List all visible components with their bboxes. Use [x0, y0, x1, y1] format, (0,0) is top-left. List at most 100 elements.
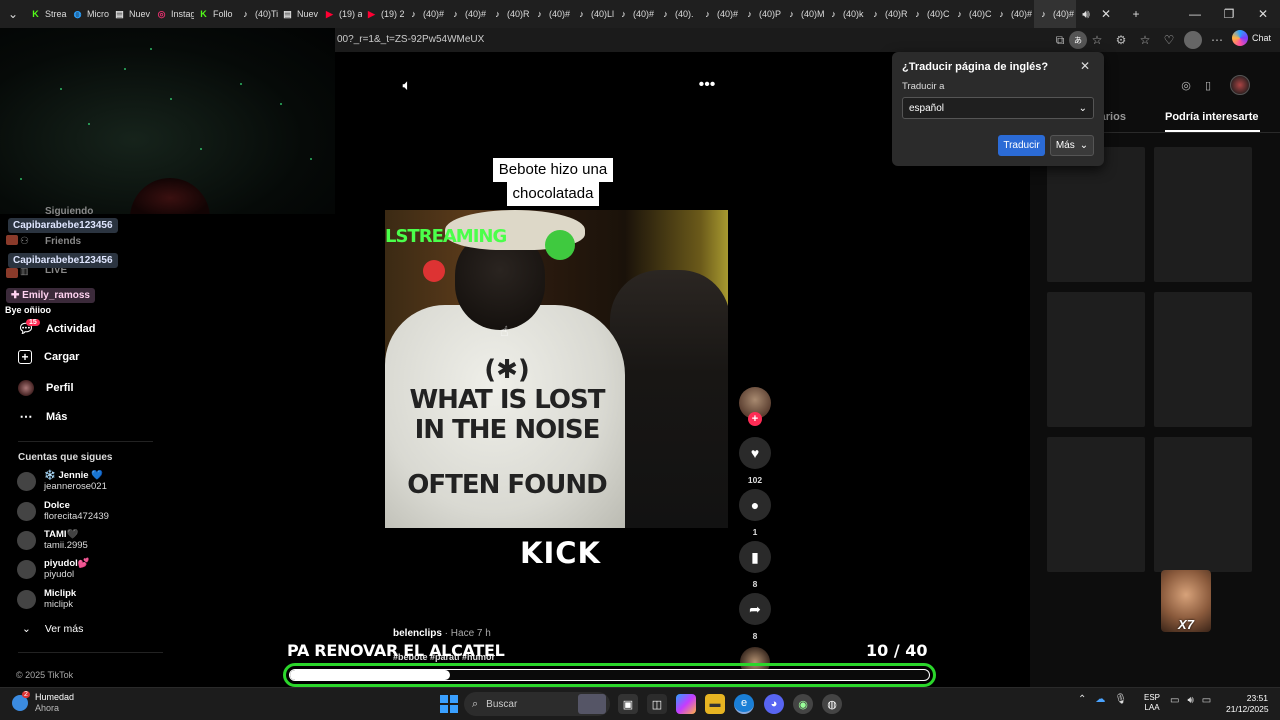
- browser-tab[interactable]: ♪ (40)C: [908, 0, 950, 28]
- suggested-video-thumbnail[interactable]: [1047, 437, 1145, 572]
- nav-following-partial[interactable]: Siguiendo: [45, 206, 93, 217]
- browser-tab[interactable]: ◎ Instag: [152, 0, 194, 28]
- see-more-button[interactable]: ⌄ Ver más: [22, 623, 83, 635]
- quick-settings[interactable]: ▭ 🔊︎ ▭: [1170, 695, 1211, 706]
- suggested-video-thumbnail[interactable]: [1047, 147, 1145, 282]
- minimize-button[interactable]: —: [1178, 0, 1212, 28]
- nav-profile[interactable]: Perfil: [18, 380, 74, 396]
- following-account[interactable]: Dolce florecita472439: [17, 500, 109, 522]
- favorites-icon[interactable]: ☆: [1136, 31, 1154, 49]
- browser-tab[interactable]: ♪ (40)#: [614, 0, 656, 28]
- follow-plus-icon[interactable]: +: [748, 412, 762, 426]
- browser-tab[interactable]: K Follo: [194, 0, 236, 28]
- browser-tab[interactable]: ♪ (40)P: [740, 0, 782, 28]
- edge-browser-icon[interactable]: e: [734, 694, 754, 714]
- browser-tab[interactable]: ♪ (40)#: [992, 0, 1034, 28]
- search-highlight-icon[interactable]: [578, 694, 606, 714]
- copilot-button[interactable]: Chat: [1232, 30, 1271, 46]
- profile-avatar-icon[interactable]: [1184, 31, 1202, 49]
- like-action[interactable]: ♥ 102: [739, 437, 771, 485]
- open-in-app-icon[interactable]: ⧉: [1051, 31, 1069, 49]
- phone-icon[interactable]: ▯: [1199, 76, 1217, 94]
- browser-tab[interactable]: ♪ (40)#: [404, 0, 446, 28]
- share-action[interactable]: ➦ 8: [739, 593, 771, 641]
- browser-tab[interactable]: ▶ (19) 2: [362, 0, 404, 28]
- video-more-options-icon[interactable]: •••: [697, 76, 717, 94]
- tab-audio-icon[interactable]: 🔊︎: [1076, 0, 1096, 28]
- browser-tab[interactable]: ▤ Nuev: [110, 0, 152, 28]
- browser-tab[interactable]: ♪ (40)#: [446, 0, 488, 28]
- suggested-video-thumbnail[interactable]: [1047, 292, 1145, 427]
- volume-icon[interactable]: 🔈︎: [398, 76, 416, 94]
- browser-essentials-icon[interactable]: ♡: [1160, 31, 1178, 49]
- sidebar-divider: [18, 441, 153, 442]
- account-name: Miclipk: [44, 588, 77, 599]
- browser-tab[interactable]: ◍ Micro: [68, 0, 110, 28]
- system-tray: ⌃ ☁ 🎙︎: [1078, 694, 1127, 705]
- chevron-up-icon[interactable]: ⌃: [1078, 694, 1086, 705]
- nav-upload[interactable]: + Cargar: [18, 350, 79, 364]
- browser-tab[interactable]: ♪ (40)#: [530, 0, 572, 28]
- browser-tab[interactable]: ▶ (19) a: [320, 0, 362, 28]
- user-avatar[interactable]: [1230, 75, 1250, 95]
- save-action[interactable]: ▮ 8: [739, 541, 771, 589]
- microphone-icon[interactable]: 🎙︎: [1114, 694, 1127, 705]
- green-app-icon[interactable]: ◉: [793, 694, 813, 714]
- video-author[interactable]: belenclips · Hace 7 h: [393, 628, 491, 639]
- browser-tab[interactable]: K Strea: [26, 0, 68, 28]
- extensions-icon[interactable]: ⚙: [1112, 31, 1130, 49]
- close-icon[interactable]: ✕: [1078, 59, 1092, 73]
- video-frame[interactable]: LSTREAMING (✱) WHAT IS LOST IN THE NOISE…: [385, 210, 728, 528]
- file-explorer-icon[interactable]: ▬: [705, 694, 725, 714]
- following-account[interactable]: TAMI🖤 tamii.2995: [17, 529, 88, 551]
- onedrive-icon[interactable]: ☁: [1095, 694, 1105, 705]
- store-icon[interactable]: ◫: [647, 694, 667, 714]
- browser-tab[interactable]: ♪ (40)R: [866, 0, 908, 28]
- stream-counter: 10 / 40: [866, 641, 928, 660]
- compass-icon[interactable]: ◎: [1177, 76, 1195, 94]
- translate-button[interactable]: Traducir: [998, 135, 1045, 156]
- settings-more-icon[interactable]: ⋯: [1208, 31, 1226, 49]
- browser-tab[interactable]: ♪ (40)Ll: [572, 0, 614, 28]
- windows-start-icon[interactable]: [440, 695, 458, 713]
- discord-icon[interactable]: ◕: [764, 694, 784, 714]
- browser-tab[interactable]: ♪ (40)k: [824, 0, 866, 28]
- following-account[interactable]: piyudol💕 piyudol: [17, 558, 90, 580]
- browser-tab[interactable]: ♪ (40)#: [698, 0, 740, 28]
- maximize-button[interactable]: ❐: [1212, 0, 1246, 28]
- favorite-star-icon[interactable]: ☆: [1088, 31, 1106, 49]
- taskbar-clock[interactable]: 23:51 21/12/2025: [1226, 693, 1269, 715]
- keyboard-language[interactable]: ESP LAA: [1144, 693, 1160, 713]
- task-view-icon[interactable]: ▣: [618, 694, 638, 714]
- shirt-text-line: WHAT IS LOST: [409, 385, 606, 415]
- suggested-video-thumbnail[interactable]: [1154, 437, 1252, 572]
- nav-more[interactable]: ⋯ Más: [18, 409, 68, 425]
- close-tab-icon[interactable]: ✕: [1096, 0, 1116, 28]
- copilot-app-icon[interactable]: [676, 694, 696, 714]
- browser-tab[interactable]: ♪ (40)C: [950, 0, 992, 28]
- translate-more-button[interactable]: Más ⌄: [1050, 135, 1094, 156]
- browser-tab[interactable]: ♪ (40)M: [782, 0, 824, 28]
- browser-tab[interactable]: ♪ (40)Ti: [236, 0, 278, 28]
- browser-tab[interactable]: ♪ (40)R: [488, 0, 530, 28]
- new-tab-button[interactable]: +: [1116, 0, 1156, 28]
- chrome-icon[interactable]: ◍: [822, 694, 842, 714]
- suggested-video-thumbnail[interactable]: [1154, 292, 1252, 427]
- close-window-button[interactable]: ✕: [1246, 0, 1280, 28]
- tab-actions-menu-icon[interactable]: ⌄: [0, 0, 26, 28]
- browser-tab[interactable]: ▤ Nuev: [278, 0, 320, 28]
- suggested-video-thumbnail[interactable]: [1154, 147, 1252, 282]
- nav-friends[interactable]: Friends: [45, 236, 81, 247]
- language-select[interactable]: español ⌄: [902, 97, 1094, 119]
- translate-icon[interactable]: あ: [1069, 31, 1087, 49]
- browser-tab[interactable]: ♪ (40).: [656, 0, 698, 28]
- comment-action[interactable]: ● 1: [739, 489, 771, 537]
- url-text[interactable]: 00?_r=1&_t=ZS-92Pw54WMeUX: [337, 34, 484, 45]
- weather-widget[interactable]: 2 Humedad Ahora: [12, 691, 74, 714]
- tab-favicon-icon: K: [32, 9, 39, 19]
- following-account[interactable]: ❄️ Jennie 💙 jeannerose021: [17, 470, 107, 492]
- tab-suggested[interactable]: Podría interesarte: [1165, 111, 1259, 123]
- browser-tab[interactable]: ♪ (40)#: [1034, 0, 1076, 28]
- following-account[interactable]: Miclipk miclipk: [17, 588, 76, 610]
- author-name[interactable]: belenclips: [393, 628, 442, 639]
